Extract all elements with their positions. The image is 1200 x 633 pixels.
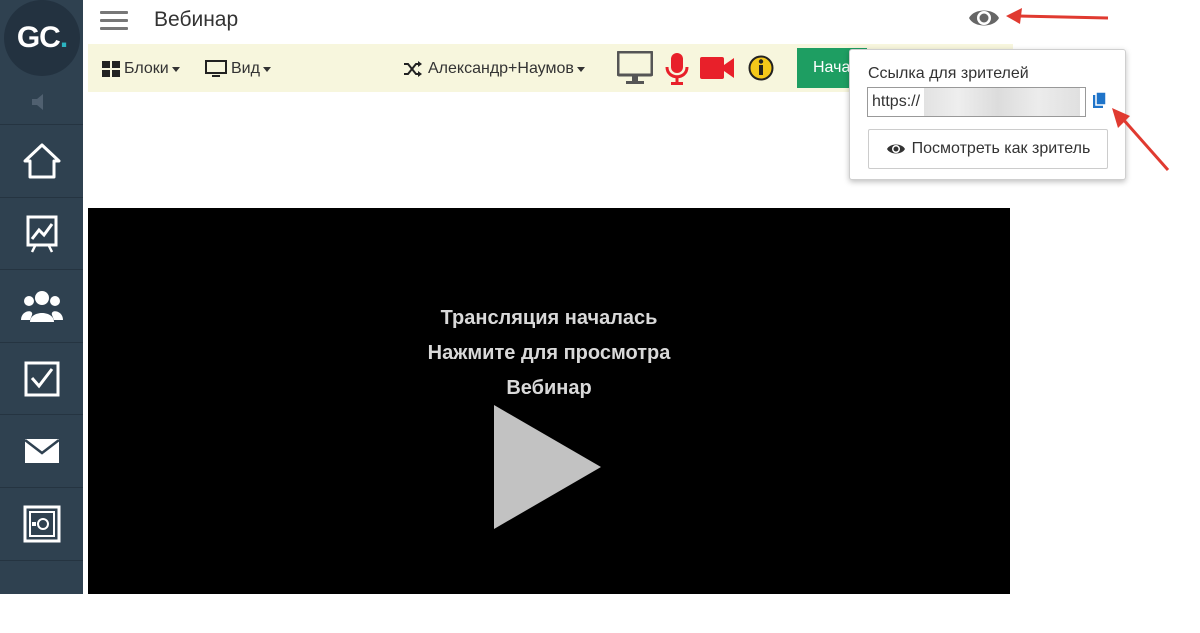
view-label: Вид <box>231 60 260 77</box>
blocks-dropdown[interactable]: Блоки <box>102 58 180 80</box>
menu-icon[interactable] <box>100 6 128 34</box>
microphone-icon[interactable] <box>665 52 689 86</box>
play-icon[interactable] <box>494 405 602 529</box>
sidebar-item-home[interactable] <box>0 124 83 197</box>
page-title: Вебинар <box>154 8 239 31</box>
video-hint-text: Нажмите для просмотра <box>427 342 671 364</box>
chevron-down-icon <box>576 66 585 72</box>
eye-icon <box>886 144 905 154</box>
view-dropdown[interactable]: Вид <box>205 58 271 80</box>
sidebar-item-device[interactable] <box>0 560 83 633</box>
share-link-input[interactable] <box>867 87 1086 117</box>
shuffle-icon <box>404 61 422 77</box>
monitor-icon <box>205 60 227 77</box>
camera-icon[interactable] <box>699 56 735 80</box>
eye-icon[interactable] <box>968 6 1000 30</box>
share-link-popover: Ссылка для зрителей Посмотреть как зрите… <box>849 49 1126 180</box>
video-status-text: Трансляция началась <box>440 307 658 329</box>
sound-icon[interactable] <box>0 80 83 124</box>
sidebar: GC. <box>0 0 83 614</box>
annotation-arrow <box>1006 8 1109 24</box>
video-player[interactable] <box>88 208 1010 594</box>
chevron-down-icon <box>171 66 180 72</box>
annotation-arrow <box>1112 108 1170 171</box>
chevron-down-icon <box>262 66 271 72</box>
sidebar-item-tasks[interactable] <box>0 342 83 415</box>
sidebar-item-stats[interactable] <box>0 197 83 270</box>
grid-icon <box>102 61 120 77</box>
info-icon[interactable] <box>748 55 774 81</box>
safe-icon <box>23 505 60 543</box>
sidebar-item-safe[interactable] <box>0 487 83 560</box>
logo[interactable]: GC. <box>4 0 80 76</box>
view-as-viewer-label: Посмотреть как зритель <box>911 140 1091 157</box>
checkbox-icon <box>24 361 59 397</box>
users-icon <box>20 291 63 322</box>
blocks-label: Блоки <box>124 60 169 77</box>
share-link-label: Ссылка для зрителей <box>868 65 1029 82</box>
view-as-viewer-button[interactable]: Посмотреть как зритель <box>868 129 1108 169</box>
screen-share-icon[interactable] <box>617 51 653 85</box>
device-icon <box>31 594 52 614</box>
sidebar-item-mail[interactable] <box>0 414 83 487</box>
home-icon <box>23 143 60 179</box>
logo-dot: . <box>59 21 68 54</box>
sidebar-item-users[interactable] <box>0 269 83 342</box>
chart-icon <box>26 215 57 253</box>
user-label: Александр+Наумов <box>428 60 574 77</box>
mail-icon <box>23 439 60 463</box>
video-title-text: Вебинар <box>506 377 592 399</box>
logo-text: GC <box>16 21 61 54</box>
user-dropdown[interactable]: Александр+Наумов <box>403 58 585 80</box>
copy-icon[interactable] <box>1092 91 1108 109</box>
